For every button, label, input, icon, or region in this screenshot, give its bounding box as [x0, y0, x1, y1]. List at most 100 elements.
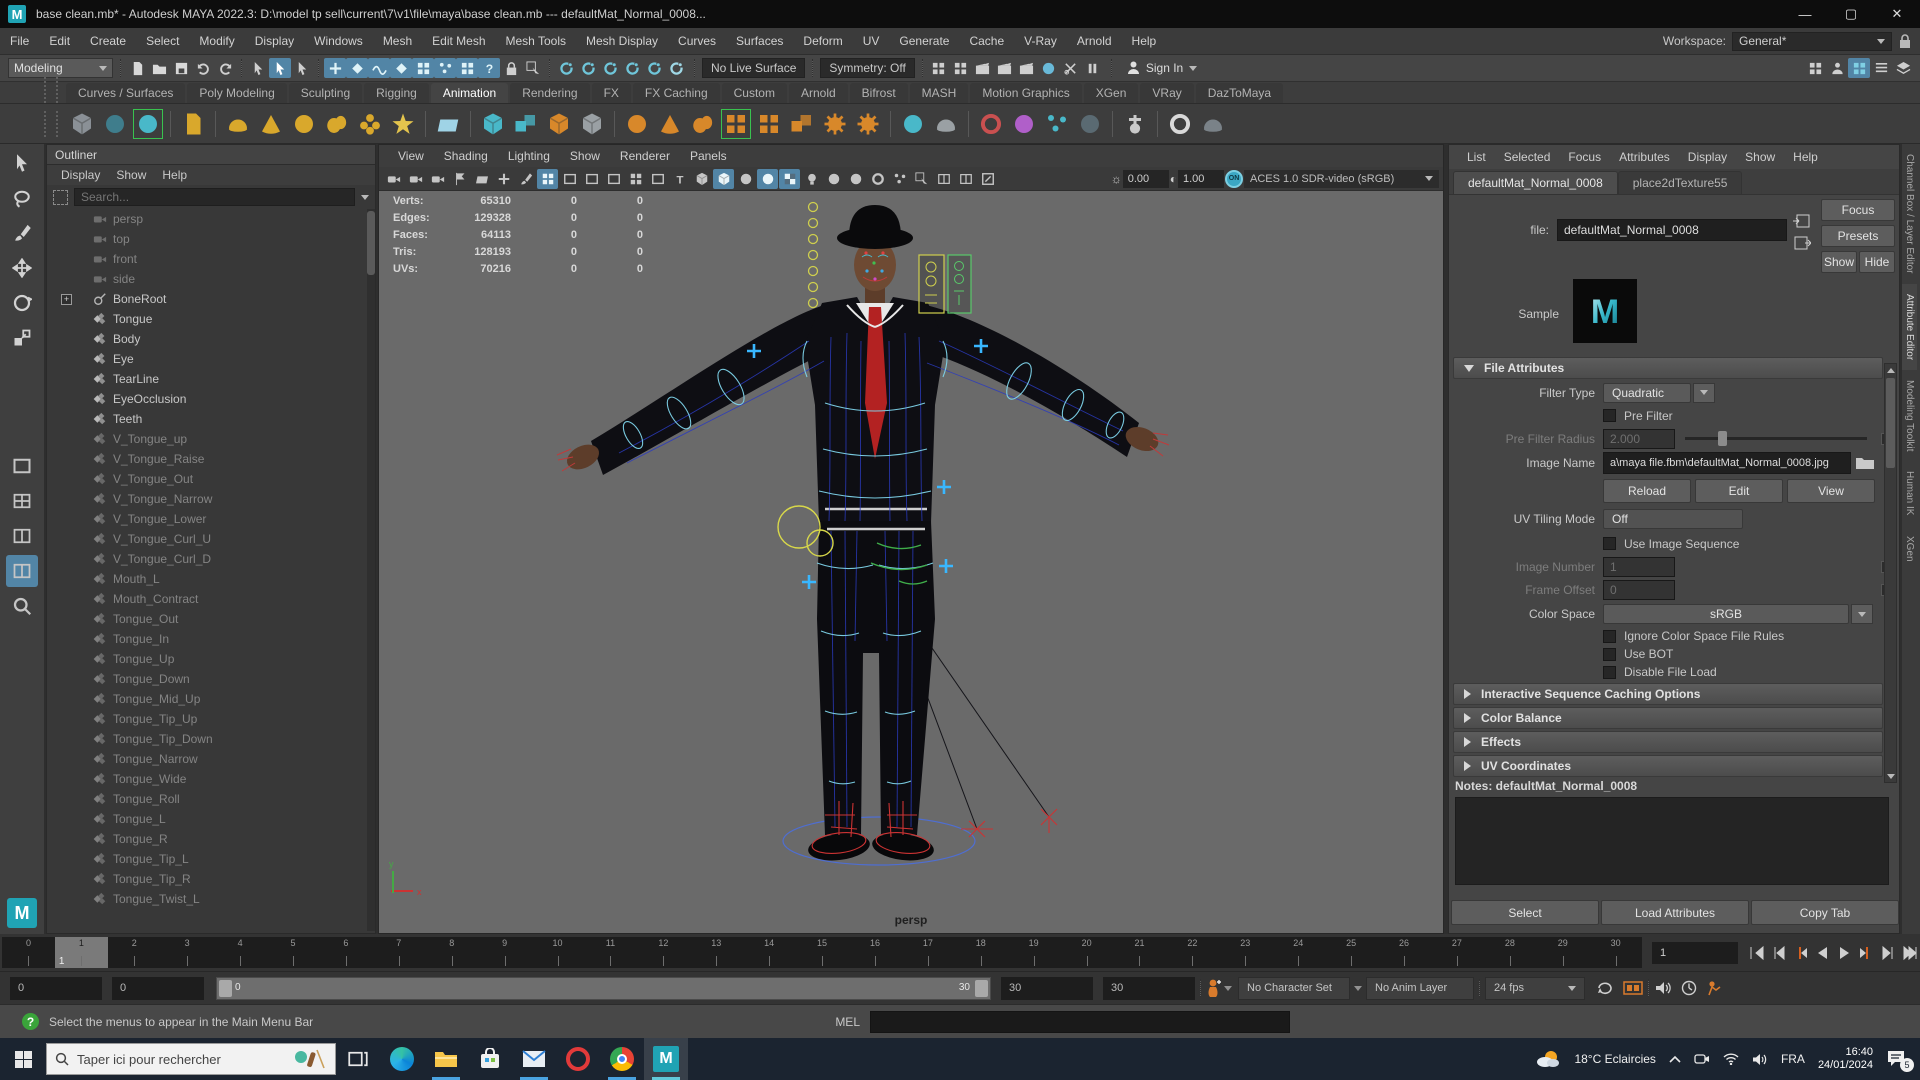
- history-panel-icon[interactable]: [1804, 58, 1826, 78]
- timeline-frame-3[interactable]: 3: [161, 937, 214, 968]
- mask-points-icon[interactable]: [346, 58, 368, 78]
- reload-button[interactable]: Reload: [1603, 479, 1691, 503]
- snap-plane-icon[interactable]: [643, 58, 665, 78]
- outliner-item-teeth[interactable]: Teeth: [47, 409, 375, 429]
- chevron-icon[interactable]: [1354, 985, 1362, 991]
- chevron-down-icon[interactable]: [361, 194, 369, 200]
- mail-icon[interactable]: [512, 1038, 556, 1080]
- outliner-item-tongue_twist_l[interactable]: Tongue_Twist_L: [47, 889, 375, 909]
- orange-sphere-icon[interactable]: [622, 109, 652, 139]
- step-back-frame-button[interactable]: [1768, 942, 1788, 964]
- outliner-item-tearline[interactable]: TearLine: [47, 369, 375, 389]
- ae-menu-attributes[interactable]: Attributes: [1611, 150, 1678, 164]
- mel-command-input[interactable]: [870, 1010, 1290, 1033]
- shelf-tab-vray[interactable]: VRay: [1140, 83, 1194, 103]
- timeline-frame-23[interactable]: 23: [1219, 937, 1272, 968]
- shelf-icons-grip-icon[interactable]: [44, 110, 58, 137]
- section-interactive-sequence-caching-options[interactable]: Interactive Sequence Caching Options: [1453, 683, 1883, 705]
- pre-filter-checkbox[interactable]: [1603, 409, 1616, 422]
- white-ring-icon[interactable]: [1165, 109, 1195, 139]
- camera-lock-icon[interactable]: [405, 169, 426, 189]
- shelf-tab-motion-graphics[interactable]: Motion Graphics: [970, 83, 1082, 103]
- outliner-item-tongue_in[interactable]: Tongue_In: [47, 629, 375, 649]
- motion-blur-icon[interactable]: [867, 169, 888, 189]
- outliner-item-v_tongue_curl_u[interactable]: V_Tongue_Curl_U: [47, 529, 375, 549]
- timeline-frame-11[interactable]: 11: [584, 937, 637, 968]
- toggle-icon[interactable]: [1060, 58, 1082, 78]
- mask-dynamics-icon[interactable]: [434, 58, 456, 78]
- sign-in-control[interactable]: Sign In: [1119, 61, 1205, 75]
- shelf-tab-rendering[interactable]: Rendering: [510, 83, 590, 103]
- timeline-frame-28[interactable]: 28: [1483, 937, 1536, 968]
- side-tab-human-ik[interactable]: Human IK: [1902, 461, 1917, 525]
- menu-surfaces[interactable]: Surfaces: [726, 34, 793, 48]
- ik-plug-icon[interactable]: [1120, 109, 1150, 139]
- current-frame-field[interactable]: 1: [1652, 941, 1738, 964]
- section-uv-coordinates[interactable]: UV Coordinates: [1453, 755, 1883, 777]
- range-slider[interactable]: 0 30: [216, 976, 991, 1000]
- lights-icon[interactable]: [801, 169, 822, 189]
- safe-action-icon[interactable]: [647, 169, 668, 189]
- filter-type-dropdown-arrow[interactable]: [1693, 382, 1715, 403]
- shelf-tab-custom[interactable]: Custom: [721, 83, 787, 103]
- shelf-tab-curves-surfaces[interactable]: Curves / Surfaces: [66, 83, 186, 103]
- timeline-frame-4[interactable]: 4: [214, 937, 267, 968]
- file-name-field[interactable]: defaultMat_Normal_0008: [1557, 219, 1787, 241]
- outliner-item-tongue_tip_up[interactable]: Tongue_Tip_Up: [47, 709, 375, 729]
- wireframe-icon[interactable]: [691, 169, 712, 189]
- shelf-tab-xgen[interactable]: XGen: [1083, 83, 1139, 103]
- menu-display[interactable]: Display: [245, 34, 304, 48]
- shelf-tab-daztomaya[interactable]: DazToMaya: [1195, 83, 1284, 103]
- outliner-item-boneroot[interactable]: + BoneRoot: [47, 289, 375, 309]
- copy-tab-button[interactable]: Copy Tab: [1751, 900, 1899, 925]
- gamma-field[interactable]: 1.00: [1178, 169, 1224, 188]
- play-forwards-button[interactable]: [1834, 942, 1854, 964]
- hidden-icons-chevron-icon[interactable]: [1669, 1055, 1681, 1063]
- tool-settings-icon[interactable]: [1826, 58, 1848, 78]
- outliner-item-body[interactable]: Body: [47, 329, 375, 349]
- outliner-menu-help[interactable]: Help: [156, 168, 193, 182]
- teal-sphere-dark-icon[interactable]: [100, 109, 130, 139]
- menu-generate[interactable]: Generate: [889, 34, 959, 48]
- load-attributes-button[interactable]: Load Attributes: [1601, 900, 1749, 925]
- animation-snap-icon[interactable]: [1680, 980, 1698, 996]
- shelf-tab-arnold[interactable]: Arnold: [788, 83, 848, 103]
- xray-icon[interactable]: [955, 169, 976, 189]
- timeline-frame-10[interactable]: 10: [531, 937, 584, 968]
- animation-preferences-icon[interactable]: [1706, 980, 1724, 996]
- go-to-start-button[interactable]: [1746, 942, 1766, 964]
- teal-cube-export-icon[interactable]: [478, 109, 508, 139]
- side-tab-attribute-editor[interactable]: Attribute Editor: [1902, 283, 1917, 370]
- anim-layer-dropdown[interactable]: No Anim Layer: [1366, 976, 1474, 1000]
- outliner-item-tongue_wide[interactable]: Tongue_Wide: [47, 769, 375, 789]
- start-button[interactable]: [0, 1038, 46, 1080]
- outliner-item-tongue_mid_up[interactable]: Tongue_Mid_Up: [47, 689, 375, 709]
- image-name-field[interactable]: a\maya file.fbm\defaultMat_Normal_0008.j…: [1603, 452, 1851, 474]
- shelf-grip-icon[interactable]: [44, 77, 58, 103]
- side-tab-channel-box-layer-editor[interactable]: Channel Box / Layer Editor: [1902, 144, 1917, 284]
- bookmark-icon[interactable]: [449, 169, 470, 189]
- image-number-field[interactable]: 1: [1603, 556, 1675, 577]
- outliner-item-v_tongue_curl_d[interactable]: V_Tongue_Curl_D: [47, 549, 375, 569]
- menu-arnold[interactable]: Arnold: [1067, 34, 1122, 48]
- mask-surfaces-icon[interactable]: [390, 58, 412, 78]
- exposure-field[interactable]: 0.00: [1122, 169, 1169, 188]
- step-back-key-button[interactable]: [1790, 942, 1810, 964]
- ae-menu-show[interactable]: Show: [1737, 150, 1783, 164]
- notes-textarea[interactable]: [1455, 797, 1889, 885]
- frame-offset-field[interactable]: 0: [1603, 579, 1675, 600]
- menu-edit-mesh[interactable]: Edit Mesh: [422, 34, 495, 48]
- ipr-render-icon[interactable]: [994, 58, 1016, 78]
- color-space-dropdown-arrow[interactable]: [1851, 604, 1873, 624]
- redo-icon[interactable]: [214, 58, 236, 78]
- timeline-frame-0[interactable]: 0: [2, 937, 55, 968]
- textured-icon[interactable]: [757, 168, 778, 189]
- swirl-icon[interactable]: [1198, 109, 1228, 139]
- edge-icon[interactable]: [380, 1038, 424, 1080]
- film-gate-icon[interactable]: [559, 169, 580, 189]
- isolate-select-icon[interactable]: [911, 169, 932, 189]
- mask-misc-icon[interactable]: ?: [478, 58, 500, 78]
- highlight-selection-icon[interactable]: [522, 58, 544, 78]
- expand-toggle-icon[interactable]: +: [61, 293, 72, 305]
- timeline-frame-9[interactable]: 9: [478, 937, 531, 968]
